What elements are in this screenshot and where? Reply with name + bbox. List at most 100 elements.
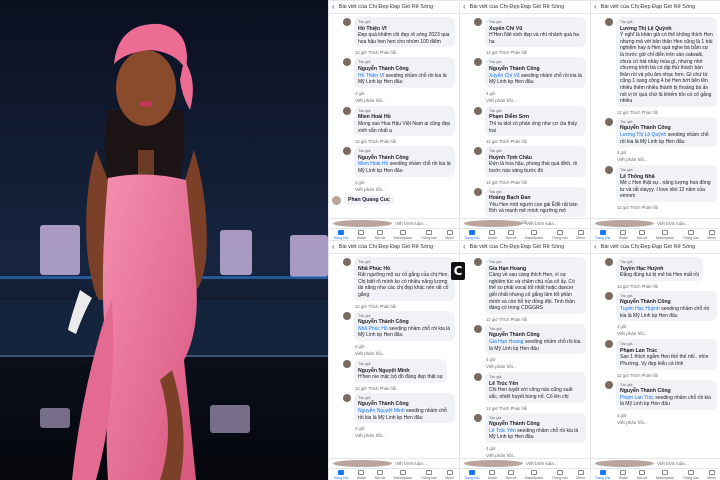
tab-item[interactable]: Bạn bè xyxy=(637,229,647,240)
reply-link[interactable]: Phản hồi xyxy=(642,205,659,210)
tab-item[interactable]: Bạn bè xyxy=(506,229,516,240)
back-arrow-icon[interactable]: ‹ xyxy=(594,3,597,11)
mention-tag[interactable]: Hồ Thiện Vĩ xyxy=(358,73,384,79)
tab-item[interactable]: Thông báo xyxy=(421,229,437,240)
tab-item[interactable]: Thông báo xyxy=(683,229,699,240)
avatar[interactable] xyxy=(474,147,482,156)
like-link[interactable]: Thích xyxy=(499,180,509,185)
comment-box[interactable]: Viết bình luận... xyxy=(329,458,458,468)
commenter-name[interactable]: Nguyễn Thành Công xyxy=(489,66,582,73)
comment-input[interactable]: Viết bình luận... xyxy=(526,221,585,226)
avatar[interactable] xyxy=(605,258,613,266)
tab-item[interactable]: Thông báo xyxy=(421,469,437,480)
commenter-name[interactable]: Nguyễn Thành Công xyxy=(489,332,582,339)
tab-item[interactable]: Trang chủ xyxy=(464,229,479,240)
tab-item[interactable]: Marketplace xyxy=(656,229,674,240)
comment-input[interactable]: Viết bình luận... xyxy=(395,461,454,466)
avatar[interactable] xyxy=(343,311,351,320)
avatar[interactable] xyxy=(474,18,482,26)
like-link[interactable]: Thích xyxy=(368,386,378,391)
tab-item[interactable]: Marketplace xyxy=(394,469,412,480)
like-link[interactable]: Thích xyxy=(499,139,509,144)
tab-item[interactable]: Marketplace xyxy=(525,469,543,480)
commenter-name[interactable]: Xuyến Chi Vũ xyxy=(489,26,582,33)
tab-item[interactable]: Watch xyxy=(619,469,628,480)
reply-link[interactable]: Phản hồi xyxy=(511,180,528,185)
tab-item[interactable]: Thông báo xyxy=(552,469,568,480)
avatar[interactable] xyxy=(605,380,613,389)
mention-tag[interactable]: Lương Thị Lệ Quỳnh xyxy=(620,132,666,138)
commenter-name[interactable]: Hoàng Bạch Đan xyxy=(489,195,582,202)
comment-box[interactable]: Viết bình luận... xyxy=(591,458,720,468)
tab-item[interactable]: Bạn bè xyxy=(637,469,647,480)
commenter-name[interactable]: Nguyễn Thành Công xyxy=(358,66,451,73)
tab-item[interactable]: Marketplace xyxy=(525,229,543,240)
avatar[interactable] xyxy=(343,18,351,26)
reply-link[interactable]: Phản hồi xyxy=(380,50,397,55)
commenter-name[interactable]: Hồ Thiện Vĩ xyxy=(358,26,451,33)
write-reply-input[interactable]: Viết phản hồi... xyxy=(486,98,586,103)
avatar[interactable] xyxy=(343,58,351,67)
comment-box[interactable]: Viết bình luận... xyxy=(329,218,458,228)
write-reply-input[interactable]: Viết phản hồi... xyxy=(486,364,586,369)
commenter-name[interactable]: Lê Thông Nhã xyxy=(620,174,713,181)
tab-item[interactable]: Marketplace xyxy=(394,229,412,240)
avatar[interactable] xyxy=(605,340,613,349)
tab-item[interactable]: Watch xyxy=(357,469,366,480)
avatar[interactable] xyxy=(605,291,613,300)
avatar[interactable] xyxy=(343,393,351,402)
avatar[interactable] xyxy=(343,258,351,266)
commenter-name[interactable]: Nguyễn Thành Công xyxy=(620,388,713,395)
back-arrow-icon[interactable]: ‹ xyxy=(594,243,597,251)
write-reply-input[interactable]: Viết phản hồi... xyxy=(355,433,455,438)
tab-item[interactable]: Watch xyxy=(488,469,497,480)
commenter-name[interactable]: Gia Hạn Hoang xyxy=(489,266,582,273)
avatar[interactable] xyxy=(343,106,351,115)
reply-link[interactable]: Phản hồi xyxy=(380,304,397,309)
tab-item[interactable]: Menu xyxy=(576,469,585,480)
reply-link[interactable]: Phản hồi xyxy=(511,317,528,322)
tab-item[interactable]: Trang chủ xyxy=(595,229,610,240)
like-link[interactable]: Thích xyxy=(368,50,378,55)
tab-item[interactable]: Menu xyxy=(445,469,454,480)
avatar[interactable] xyxy=(332,195,341,205)
write-reply-input[interactable]: Viết phản hồi... xyxy=(355,187,455,192)
like-link[interactable]: Thích xyxy=(499,406,509,411)
mention-tag[interactable]: Nhã Phúc Hồ xyxy=(358,326,388,332)
tab-item[interactable]: Bạn bè xyxy=(506,469,516,480)
back-arrow-icon[interactable]: ‹ xyxy=(463,243,466,251)
like-link[interactable]: Thích xyxy=(630,373,640,378)
avatar[interactable] xyxy=(605,117,613,126)
avatar[interactable] xyxy=(474,106,482,115)
tab-item[interactable]: Watch xyxy=(357,229,366,240)
mention-tag[interactable]: Lê Trúc Yên xyxy=(489,428,516,434)
comment-input[interactable]: Viết bình luận... xyxy=(657,221,716,226)
commenter-name[interactable]: Lê Trúc Yên xyxy=(489,381,582,388)
reply-link[interactable]: Phản hồi xyxy=(511,50,528,55)
avatar[interactable] xyxy=(343,147,351,156)
mention-tag[interactable]: Phạm Lan Trúc xyxy=(620,395,654,401)
commenter-name[interactable]: Nguyễn Thành Công xyxy=(620,299,713,306)
tab-item[interactable]: Menu xyxy=(445,229,454,240)
avatar[interactable] xyxy=(474,258,482,266)
commenter-name[interactable]: Nguyễn Thành Công xyxy=(358,319,451,326)
commenter-name[interactable]: Nguyễn Thành Công xyxy=(489,421,582,428)
reply-link[interactable]: Phản hồi xyxy=(642,373,659,378)
back-arrow-icon[interactable]: ‹ xyxy=(332,243,335,251)
tab-item[interactable]: Watch xyxy=(488,229,497,240)
reply-link[interactable]: Phản hồi xyxy=(380,386,397,391)
tab-item[interactable]: Bạn bè xyxy=(375,469,385,480)
write-reply-input[interactable]: Viết phản hồi... xyxy=(355,351,455,356)
commenter-name[interactable]: Nguyễn Thành Công xyxy=(620,125,713,132)
mention-tag[interactable]: Mien Hoài Hồ xyxy=(358,161,388,167)
tab-item[interactable]: Trang chủ xyxy=(333,229,348,240)
tab-item[interactable]: Watch xyxy=(619,229,628,240)
like-link[interactable]: Thích xyxy=(630,110,640,115)
avatar[interactable] xyxy=(474,324,482,333)
write-reply-input[interactable]: Viết phản hồi... xyxy=(617,420,717,425)
avatar[interactable] xyxy=(605,166,613,175)
mention-tag[interactable]: Tuyến Hạc Huỳnh xyxy=(620,306,660,312)
avatar[interactable] xyxy=(474,58,482,67)
avatar[interactable] xyxy=(605,18,613,26)
reply-link[interactable]: Phản hồi xyxy=(380,139,397,144)
